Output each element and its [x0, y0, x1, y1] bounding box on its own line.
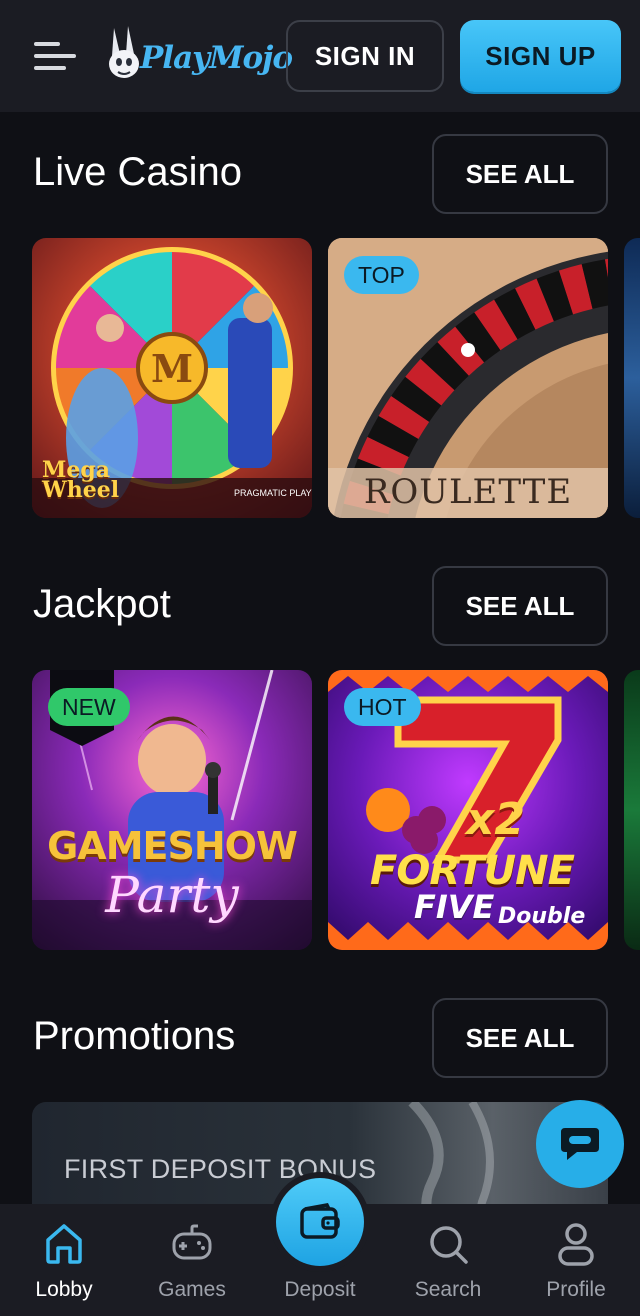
provider-label: PRAGMATIC PLAY — [234, 488, 312, 498]
game-tile-peek[interactable] — [624, 238, 640, 518]
nav-item-lobby[interactable]: Lobby — [0, 1204, 128, 1316]
game-tile-peek[interactable] — [624, 670, 640, 950]
app-header: PlayMojo SIGN IN SIGN UP — [0, 0, 640, 112]
nav-label-games: Games — [158, 1278, 226, 1301]
hot-badge: HOT — [344, 688, 421, 726]
sign-in-button[interactable]: SIGN IN — [286, 20, 444, 92]
tile-subtitle-party: Party — [105, 866, 239, 924]
section-title-live-casino: Live Casino — [33, 150, 243, 194]
nav-label-profile: Profile — [546, 1278, 606, 1301]
top-badge: TOP — [344, 256, 419, 294]
game-tile-roulette[interactable]: TOP ROULETTE — [328, 238, 608, 518]
tile-subtitle-double: Double — [498, 904, 586, 929]
home-icon — [46, 1224, 82, 1264]
nav-item-profile[interactable]: Profile — [512, 1204, 640, 1316]
section-title-promotions: Promotions — [33, 1014, 236, 1058]
logo-text: PlayMojo — [140, 40, 293, 76]
multiplier-label: x2 — [466, 794, 525, 845]
search-icon — [430, 1226, 468, 1264]
playmojo-logo[interactable]: PlayMojo — [104, 24, 293, 88]
chat-icon — [561, 1128, 599, 1160]
nav-item-search[interactable]: Search — [384, 1204, 512, 1316]
new-badge: NEW — [48, 688, 130, 726]
gamepad-icon — [172, 1224, 212, 1260]
see-all-jackpot-button[interactable]: SEE ALL — [432, 566, 608, 646]
tile-title-gameshow: GAMESHOW — [47, 824, 298, 868]
nav-label-search: Search — [414, 1278, 482, 1301]
game-tile-gameshow-party[interactable]: NEW GAMESHOW Party — [32, 670, 312, 950]
game-tile-fortune-five[interactable]: HOT x2 FORTUNE FIVE Double — [328, 670, 608, 950]
menu-icon[interactable] — [34, 38, 78, 74]
deposit-button[interactable] — [276, 1178, 364, 1266]
tile-title-roulette: ROULETTE — [363, 472, 573, 512]
sign-up-button[interactable]: SIGN UP — [460, 20, 621, 92]
see-all-promotions-button[interactable]: SEE ALL — [432, 998, 608, 1078]
profile-icon — [558, 1223, 594, 1266]
section-title-jackpot: Jackpot — [33, 582, 171, 626]
svg-text:M: M — [151, 346, 193, 391]
nav-label-lobby: Lobby — [35, 1278, 93, 1301]
game-tile-mega-wheel[interactable]: M Mega Wheel PRAGMATIC PLAY — [32, 238, 312, 518]
wallet-icon — [300, 1203, 340, 1239]
chat-button[interactable] — [536, 1100, 624, 1188]
nav-item-games[interactable]: Games — [128, 1204, 256, 1316]
tile-title-mega-wheel: Mega Wheel — [42, 457, 120, 503]
tile-subtitle-five: FIVE — [414, 888, 495, 926]
nav-label-deposit: Deposit — [284, 1278, 356, 1301]
see-all-live-casino-button[interactable]: SEE ALL — [432, 134, 608, 214]
